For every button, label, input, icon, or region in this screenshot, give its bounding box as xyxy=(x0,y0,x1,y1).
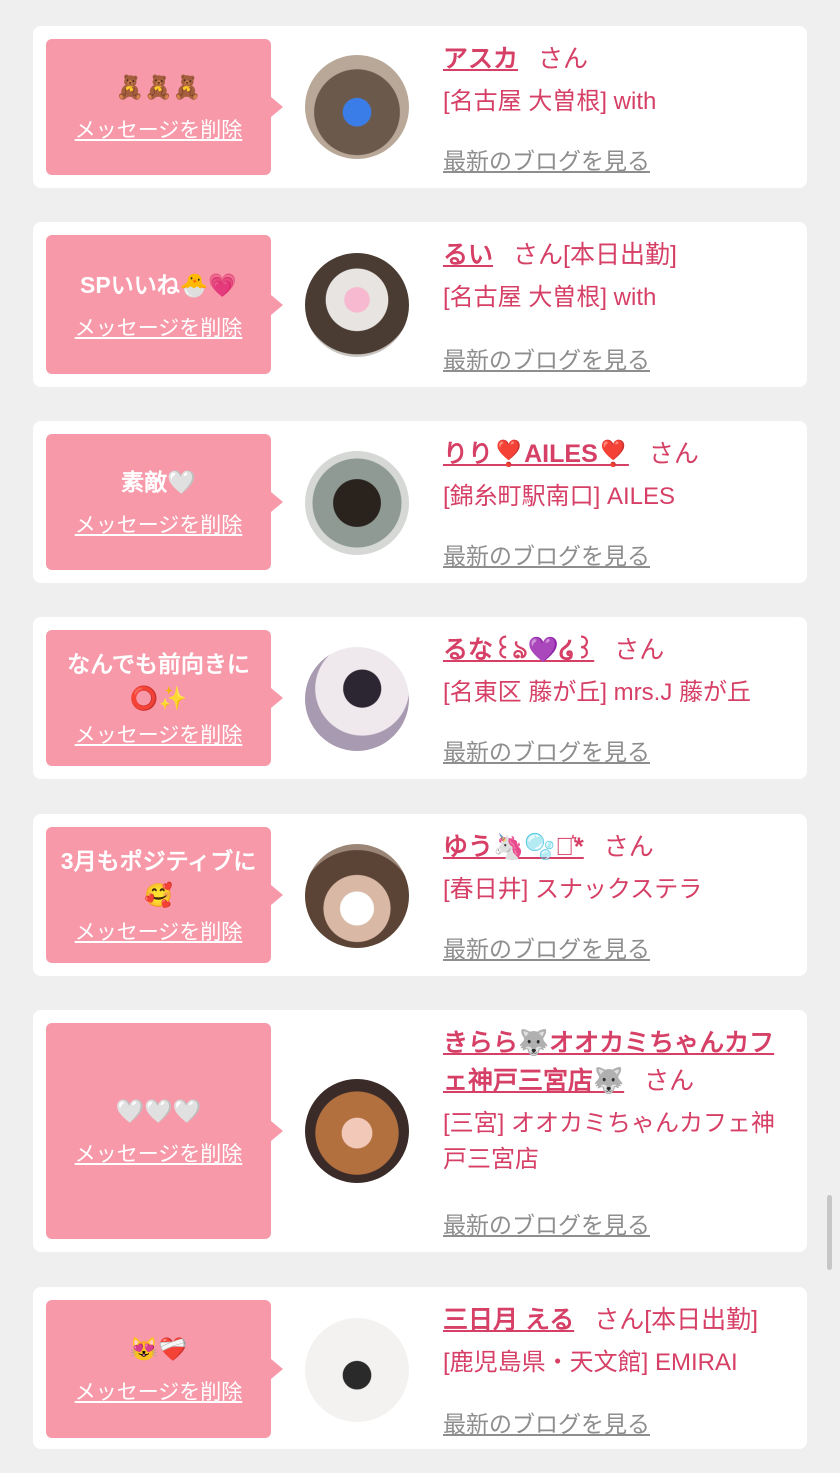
avatar[interactable] xyxy=(305,844,409,948)
delete-message-link[interactable]: メッセージを削除 xyxy=(75,719,243,749)
delete-message-link[interactable]: メッセージを削除 xyxy=(75,1376,243,1406)
profile-name-link[interactable]: 三日月 える xyxy=(443,1306,574,1334)
honorific: さん xyxy=(594,1306,645,1334)
message-text: 3月もポジティブに🥰 xyxy=(60,848,257,908)
avatar[interactable] xyxy=(305,451,409,555)
honorific: さん xyxy=(513,241,564,269)
delete-message-link[interactable]: メッセージを削除 xyxy=(75,916,243,946)
profile-info: 三日月 える さん[本日出勤] [鹿児島県・天文館] EMIRAI xyxy=(443,1301,795,1381)
honorific: さん xyxy=(648,440,699,468)
message-text: 🧸🧸🧸 xyxy=(115,74,202,100)
latest-blog-link[interactable]: 最新のブログを見る xyxy=(443,537,650,571)
honorific: さん xyxy=(614,636,665,664)
message-card: なんでも前向きに⭕✨ メッセージを削除 るな꒰ঌ💜໒꒱ さん [名東区 藤が丘] … xyxy=(33,617,807,779)
shop-name: [名東区 藤が丘] mrs.J 藤が丘 xyxy=(443,679,751,706)
message-card: SPいいね🐣💗 メッセージを削除 るい さん[本日出勤] [名古屋 大曽根] wi… xyxy=(33,222,807,387)
profile-name-link[interactable]: るな꒰ঌ💜໒꒱ xyxy=(443,636,594,664)
attendance-badge: [本日出勤] xyxy=(563,241,677,269)
profile-name-link[interactable]: アスカ xyxy=(443,45,518,73)
message-card: 3月もポジティブに🥰 メッセージを削除 ゆう🦄🫧⋆͛* さん [春日井] スナック… xyxy=(33,814,807,976)
message-text: 😻❤️‍🩹 xyxy=(129,1336,188,1362)
shop-name: [鹿児島県・天文館] EMIRAI xyxy=(443,1349,738,1376)
latest-blog-link[interactable]: 最新のブログを見る xyxy=(443,930,650,964)
message-text: 素敵🤍 xyxy=(121,469,196,495)
avatar[interactable] xyxy=(305,1079,409,1183)
honorific: さん xyxy=(538,45,589,73)
delete-message-link[interactable]: メッセージを削除 xyxy=(75,1138,243,1168)
profile-info: ゆう🦄🫧⋆͛* さん [春日井] スナックステラ xyxy=(443,828,795,908)
scrollbar[interactable] xyxy=(827,1195,832,1270)
message-card: 🧸🧸🧸 メッセージを削除 アスカ さん [名古屋 大曽根] with 最新のブログ… xyxy=(33,26,807,188)
profile-info: アスカ さん [名古屋 大曽根] with xyxy=(443,40,795,120)
profile-name-link[interactable]: りり❣️AILES❣️ xyxy=(443,440,629,468)
message-bubble: 😻❤️‍🩹 メッセージを削除 xyxy=(46,1300,283,1438)
latest-blog-link[interactable]: 最新のブログを見る xyxy=(443,142,650,176)
profile-name-link[interactable]: るい xyxy=(443,241,493,269)
avatar[interactable] xyxy=(305,647,409,751)
delete-message-link[interactable]: メッセージを削除 xyxy=(75,509,243,539)
latest-blog-link[interactable]: 最新のブログを見る xyxy=(443,1405,650,1439)
message-text: SPいいね🐣💗 xyxy=(80,271,237,298)
avatar[interactable] xyxy=(305,1318,409,1422)
honorific: さん xyxy=(644,1067,695,1095)
shop-name: [三宮] オオカミちゃんカフェ神戸三宮店 xyxy=(443,1110,776,1173)
message-card: 🤍🤍🤍 メッセージを削除 きらら🐺オオカミちゃんカフェ神戸三宮店🐺 さん [三宮]… xyxy=(33,1010,807,1252)
attendance-badge: [本日出勤] xyxy=(644,1306,759,1334)
profile-name-link[interactable]: ゆう🦄🫧⋆͛* xyxy=(443,833,584,861)
profile-info: るい さん[本日出勤] [名古屋 大曽根] with xyxy=(443,236,795,316)
message-bubble: 🤍🤍🤍 メッセージを削除 xyxy=(46,1023,283,1239)
message-bubble: 素敵🤍 メッセージを削除 xyxy=(46,434,283,570)
profile-info: きらら🐺オオカミちゃんカフェ神戸三宮店🐺 さん [三宮] オオカミちゃんカフェ神戸… xyxy=(443,1024,795,1178)
latest-blog-link[interactable]: 最新のブログを見る xyxy=(443,1206,650,1240)
message-bubble: 3月もポジティブに🥰 メッセージを削除 xyxy=(46,827,283,963)
avatar[interactable] xyxy=(305,253,409,357)
latest-blog-link[interactable]: 最新のブログを見る xyxy=(443,341,650,375)
profile-info: るな꒰ঌ💜໒꒱ さん [名東区 藤が丘] mrs.J 藤が丘 xyxy=(443,631,795,711)
message-card: 素敵🤍 メッセージを削除 りり❣️AILES❣️ さん [錦糸町駅南口] AILE… xyxy=(33,421,807,583)
message-bubble: 🧸🧸🧸 メッセージを削除 xyxy=(46,39,283,175)
latest-blog-link[interactable]: 最新のブログを見る xyxy=(443,733,650,767)
shop-name: [名古屋 大曽根] with xyxy=(443,88,657,115)
delete-message-link[interactable]: メッセージを削除 xyxy=(75,114,243,144)
shop-name: [春日井] スナックステラ xyxy=(443,876,703,903)
profile-name-link[interactable]: きらら🐺オオカミちゃんカフェ神戸三宮店🐺 xyxy=(443,1029,774,1095)
message-card: 😻❤️‍🩹 メッセージを削除 三日月 える さん[本日出勤] [鹿児島県・天文館]… xyxy=(33,1287,807,1449)
shop-name: [名古屋 大曽根] with xyxy=(443,284,657,311)
message-text: なんでも前向きに⭕✨ xyxy=(67,651,250,711)
message-bubble: SPいいね🐣💗 メッセージを削除 xyxy=(46,235,283,374)
shop-name: [錦糸町駅南口] AILES xyxy=(443,483,676,510)
honorific: さん xyxy=(603,833,654,861)
avatar[interactable] xyxy=(305,55,409,159)
delete-message-link[interactable]: メッセージを削除 xyxy=(75,312,243,342)
profile-info: りり❣️AILES❣️ さん [錦糸町駅南口] AILES xyxy=(443,435,795,515)
message-bubble: なんでも前向きに⭕✨ メッセージを削除 xyxy=(46,630,283,766)
message-text: 🤍🤍🤍 xyxy=(115,1098,202,1124)
